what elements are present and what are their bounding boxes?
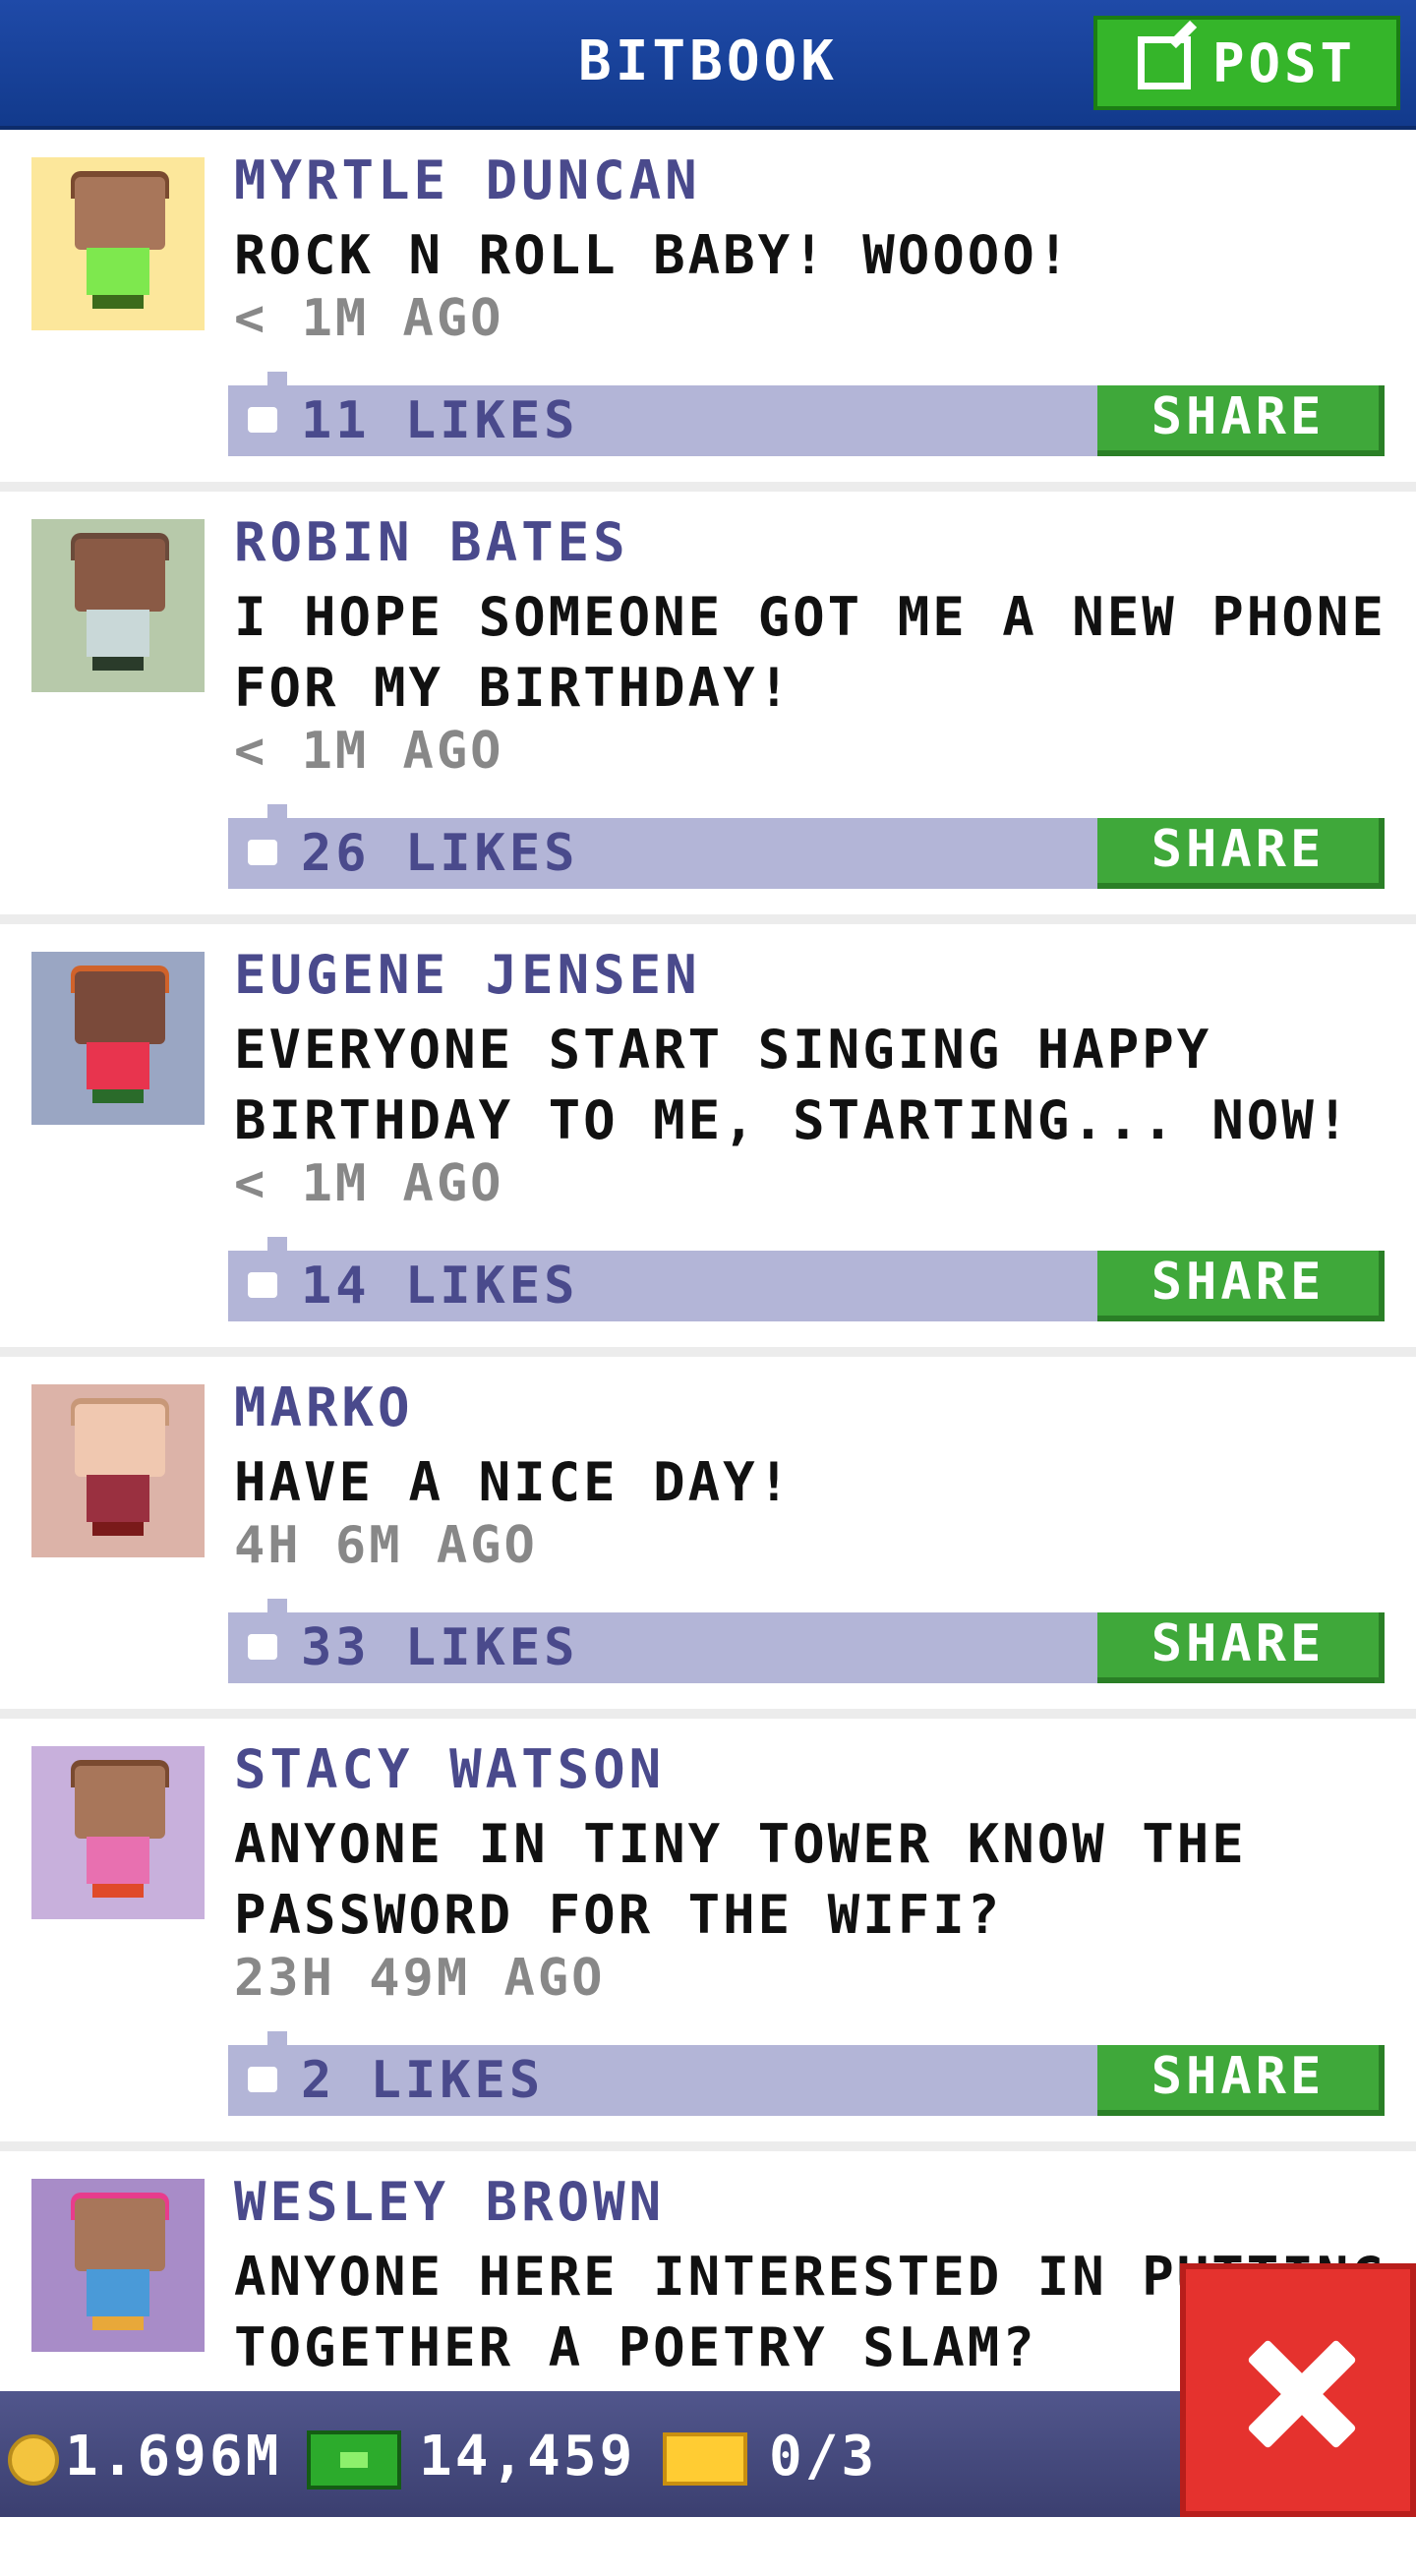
- share-button[interactable]: SHARE: [1097, 1612, 1385, 1683]
- feed-post: MYRTLE DUNCAN ROCK N ROLL BABY! WOOOO! <…: [0, 130, 1416, 492]
- close-button[interactable]: [1180, 2263, 1416, 2517]
- share-button[interactable]: SHARE: [1097, 385, 1385, 456]
- feed-post: EUGENE JENSEN EVERYONE START SINGING HAP…: [0, 924, 1416, 1357]
- app-header: BITBOOK POST: [0, 0, 1416, 130]
- thumbs-up-icon: [248, 840, 277, 865]
- thumbs-up-icon: [248, 2067, 277, 2092]
- post-time: < 1M AGO: [234, 289, 504, 348]
- post-author[interactable]: MYRTLE DUNCAN: [234, 149, 701, 211]
- avatar: [31, 2179, 205, 2352]
- ticket-count: 0/3: [769, 2425, 878, 2488]
- feed-post: STACY WATSON ANYONE IN TINY TOWER KNOW T…: [0, 1719, 1416, 2151]
- likes-bar: 2 LIKES SHARE: [228, 2031, 1385, 2116]
- post-message: EVERYONE START SINGING HAPPY BIRTHDAY TO…: [234, 1019, 1352, 1151]
- post-time: 4H 6M AGO: [234, 1516, 538, 1575]
- share-button[interactable]: SHARE: [1097, 2045, 1385, 2116]
- post-message: ROCK N ROLL BABY! WOOOO!: [234, 224, 1073, 286]
- thumbs-up-icon: [248, 1272, 277, 1298]
- thumbs-up-icon: [248, 1634, 277, 1660]
- bux-balance: 14,459: [419, 2425, 636, 2488]
- post-message: HAVE A NICE DAY!: [234, 1451, 794, 1513]
- post-button-label: POST: [1211, 31, 1357, 94]
- app-title: BITBOOK: [577, 29, 838, 93]
- post-button[interactable]: POST: [1093, 16, 1400, 110]
- avatar: [31, 1384, 205, 1557]
- bux-icon: [307, 2430, 401, 2489]
- feed-post: MARKO HAVE A NICE DAY! 4H 6M AGO 33 LIKE…: [0, 1357, 1416, 1719]
- likes-count: 33 LIKES: [301, 1618, 579, 1677]
- feed-post: ROBIN BATES I HOPE SOMEONE GOT ME A NEW …: [0, 492, 1416, 924]
- likes-bar: 33 LIKES SHARE: [228, 1599, 1385, 1683]
- feed-list: MYRTLE DUNCAN ROCK N ROLL BABY! WOOOO! <…: [0, 130, 1416, 2576]
- avatar: [31, 1746, 205, 1919]
- avatar: [31, 519, 205, 692]
- post-time: 23H 49M AGO: [234, 1949, 606, 2008]
- post-author[interactable]: ROBIN BATES: [234, 511, 629, 573]
- post-message: I HOPE SOMEONE GOT ME A NEW PHONE FOR MY…: [234, 586, 1386, 719]
- avatar: [31, 952, 205, 1125]
- likes-bar: 11 LIKES SHARE: [228, 372, 1385, 456]
- edit-icon: [1137, 36, 1191, 89]
- likes-count: 11 LIKES: [301, 391, 579, 450]
- post-time: < 1M AGO: [234, 722, 504, 781]
- post-author[interactable]: MARKO: [234, 1376, 414, 1438]
- likes-count: 26 LIKES: [301, 824, 579, 883]
- ticket-icon: [663, 2432, 747, 2486]
- post-message: ANYONE IN TINY TOWER KNOW THE PASSWORD F…: [234, 1813, 1247, 1946]
- thumbs-up-icon: [248, 407, 277, 433]
- post-author[interactable]: STACY WATSON: [234, 1738, 665, 1800]
- coin-icon: [8, 2434, 59, 2486]
- coin-balance: 1.696M: [65, 2425, 282, 2488]
- share-button[interactable]: SHARE: [1097, 1251, 1385, 1321]
- post-time: < 1M AGO: [234, 1154, 504, 1213]
- likes-count: 14 LIKES: [301, 1257, 579, 1316]
- likes-bar: 26 LIKES SHARE: [228, 804, 1385, 889]
- likes-bar: 14 LIKES SHARE: [228, 1237, 1385, 1321]
- avatar: [31, 157, 205, 330]
- post-author[interactable]: WESLEY BROWN: [234, 2171, 665, 2233]
- share-button[interactable]: SHARE: [1097, 818, 1385, 889]
- likes-count: 2 LIKES: [301, 2051, 545, 2110]
- post-author[interactable]: EUGENE JENSEN: [234, 944, 701, 1006]
